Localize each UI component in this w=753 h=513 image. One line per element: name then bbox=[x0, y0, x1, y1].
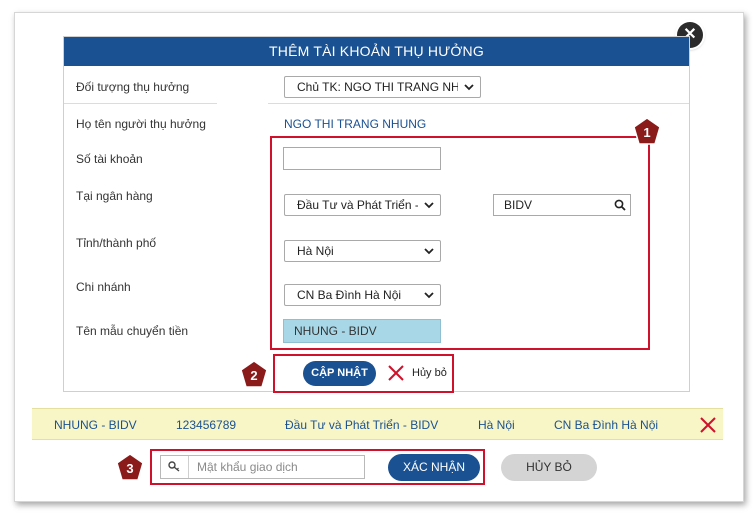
row-account-number: 123456789 bbox=[176, 418, 237, 432]
beneficiary-list-row: NHUNG - BIDV 123456789 Đầu Tư và Phát Tr… bbox=[32, 408, 723, 440]
password-input[interactable] bbox=[197, 458, 357, 476]
cancel-button[interactable]: HỦY BỎ bbox=[501, 454, 597, 481]
branch-label: Chi nhánh bbox=[76, 280, 131, 294]
row-branch: CN Ba Đình Hà Nội bbox=[554, 418, 659, 432]
step-badge-3: 3 bbox=[116, 453, 144, 481]
update-button[interactable]: CẬP NHẬT bbox=[303, 361, 376, 386]
row-province: Hà Nội bbox=[478, 418, 515, 432]
beneficiary-type-value: Chủ TK: NGO THI TRANG NHU bbox=[297, 80, 458, 94]
beneficiary-type-select[interactable]: Chủ TK: NGO THI TRANG NHU bbox=[284, 76, 481, 98]
province-label: Tỉnh/thành phố bbox=[76, 236, 157, 250]
row-divider bbox=[268, 103, 689, 104]
delete-icon[interactable] bbox=[698, 415, 718, 435]
beneficiary-type-label: Đối tượng thụ hưởng bbox=[76, 80, 190, 94]
step-badge-2: 2 bbox=[240, 360, 268, 388]
row-template-name: NHUNG - BIDV bbox=[54, 418, 137, 432]
dialog-title: THÊM TÀI KHOẢN THỤ HƯỞNG bbox=[64, 37, 689, 66]
password-field bbox=[160, 455, 365, 479]
account-number-label: Số tài khoản bbox=[76, 152, 143, 166]
highlight-box-1 bbox=[270, 136, 650, 350]
template-name-label: Tên mẫu chuyển tiền bbox=[76, 324, 189, 338]
beneficiary-name-label: Họ tên người thụ hưởng bbox=[76, 117, 206, 131]
beneficiary-name-value: NGO THI TRANG NHUNG bbox=[284, 117, 427, 131]
cancel-label: Hủy bỏ bbox=[412, 367, 447, 379]
row-divider bbox=[64, 103, 217, 104]
chevron-down-icon bbox=[464, 84, 474, 91]
x-icon bbox=[388, 365, 404, 381]
confirm-button[interactable]: XÁC NHẬN bbox=[388, 454, 480, 481]
bank-label: Tại ngân hàng bbox=[76, 189, 153, 203]
key-icon bbox=[161, 456, 189, 478]
step-badge-1: 1 bbox=[633, 117, 661, 145]
row-bank-name: Đầu Tư và Phát Triển - BIDV bbox=[285, 418, 439, 432]
